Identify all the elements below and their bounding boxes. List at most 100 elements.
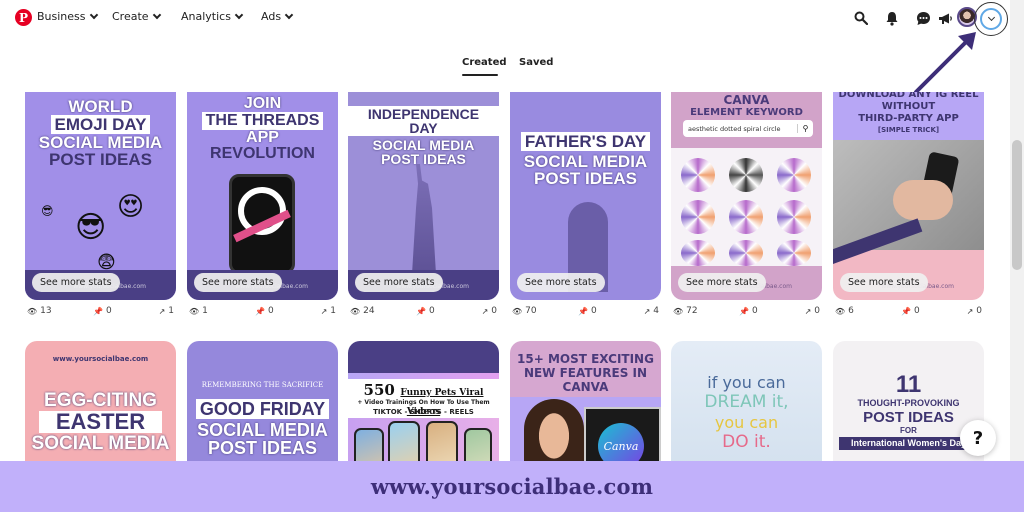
pin-title-line: DREAM it, bbox=[704, 392, 789, 413]
pin-title-line: POST IDEAS bbox=[863, 409, 954, 426]
nav-ads-label: Ads bbox=[261, 10, 282, 23]
pin-title-line: you can bbox=[714, 412, 779, 432]
pin-card[interactable]: JOIN THE THREADS APP REVOLUTION www.your… bbox=[187, 92, 338, 300]
phone-image bbox=[229, 174, 295, 274]
impressions-stat: 👁 70 bbox=[512, 306, 537, 316]
pin-title-line: POST IDEAS bbox=[534, 169, 637, 188]
pin-card[interactable]: 550 Funny Pets Viral Videos + Video Trai… bbox=[348, 341, 499, 481]
pin-title-line: SOCIAL MEDIA bbox=[372, 137, 475, 153]
see-more-stats-button[interactable]: See more stats bbox=[517, 273, 605, 292]
search-button[interactable] bbox=[851, 8, 871, 28]
eye-icon: 👁 bbox=[189, 306, 200, 316]
saves-stat: 📌 0 bbox=[93, 306, 112, 316]
eye-icon: 👁 bbox=[27, 306, 38, 316]
pin-title-line: [SIMPLE TRICK] bbox=[877, 126, 940, 134]
pin-title-line: SOCIAL MEDIA bbox=[38, 133, 163, 152]
chevron-down-icon bbox=[152, 10, 161, 19]
phone-in-hand-image bbox=[833, 140, 984, 266]
see-more-stats-button[interactable]: See more stats bbox=[840, 273, 928, 292]
active-tab-indicator bbox=[462, 74, 498, 76]
see-more-stats-button[interactable]: See more stats bbox=[678, 273, 766, 292]
nav-ads-menu[interactable]: Ads bbox=[261, 10, 294, 23]
saves-stat: 📌 0 bbox=[255, 306, 274, 316]
pin-title-line: + Video Trainings On How To Use Them bbox=[357, 399, 490, 406]
impressions-stat: 👁 24 bbox=[350, 306, 375, 316]
pin-stats: 👁 1 📌 0 ↗ 1 bbox=[187, 306, 338, 318]
pin-card[interactable]: if you can DREAM it, you can DO it. bbox=[671, 341, 822, 481]
see-more-stats-button[interactable]: See more stats bbox=[32, 273, 120, 292]
pin-title-line: EASTER bbox=[55, 409, 146, 434]
see-more-stats-button[interactable]: See more stats bbox=[355, 273, 443, 292]
outbound-clicks-stat: ↗ 1 bbox=[158, 306, 174, 316]
see-more-stats-button[interactable]: See more stats bbox=[194, 273, 282, 292]
notifications-button[interactable] bbox=[882, 8, 902, 28]
pin-title-line: CANVA bbox=[562, 380, 609, 394]
pin-title-line: DO it. bbox=[722, 431, 771, 452]
arrow-up-right-icon: ↗ bbox=[643, 306, 651, 316]
pin-card[interactable]: REMEMBERING THE SACRIFICE GOOD FRIDAY SO… bbox=[187, 341, 338, 481]
pin-title-line: POST IDEAS bbox=[381, 151, 466, 167]
tab-created[interactable]: Created bbox=[462, 57, 507, 68]
pin-card[interactable]: FATHER'S DAY SOCIAL MEDIA POST IDEAS See… bbox=[510, 92, 661, 300]
impressions-stat: 👁 1 bbox=[189, 306, 208, 316]
scrollbar-thumb[interactable] bbox=[1012, 140, 1022, 270]
saves-stat: 📌 0 bbox=[578, 306, 597, 316]
saves-stat: 📌 0 bbox=[901, 306, 920, 316]
arrow-up-right-icon: ↗ bbox=[966, 306, 974, 316]
pin-title-line: THIRD-PARTY APP bbox=[858, 113, 959, 124]
pin-title-line: CANVA bbox=[723, 93, 770, 107]
pin-title-line: WORLD bbox=[68, 97, 133, 116]
canva-search-text: aesthetic dotted spiral circle bbox=[688, 124, 781, 133]
chevron-down-icon bbox=[284, 10, 294, 19]
pin-card[interactable]: DOWNLOAD ANY IG REEL WITHOUT THIRD-PARTY… bbox=[833, 92, 984, 300]
impressions-stat: 👁 13 bbox=[27, 306, 52, 316]
profile-tabs: Created Saved bbox=[0, 56, 1010, 80]
pin-title-line: TIKTOK - SHORTS - REELS bbox=[373, 408, 474, 416]
pin-kicker-label: REMEMBERING THE SACRIFICE bbox=[201, 381, 324, 389]
pin-title-line: FATHER'S DAY bbox=[520, 132, 651, 151]
pin-icon: 📌 bbox=[416, 306, 426, 316]
pin-icon: 📌 bbox=[739, 306, 749, 316]
pin-title-line: THE THREADS bbox=[201, 112, 324, 130]
pin-card[interactable]: 11 THOUGHT-PROVOKING POST IDEAS FOR Inte… bbox=[833, 341, 984, 481]
nav-create-menu[interactable]: Create bbox=[112, 10, 161, 23]
saves-stat: 📌 0 bbox=[416, 306, 435, 316]
website-banner: www.yoursocialbae.com bbox=[0, 461, 1024, 512]
canva-search-box-image: aesthetic dotted spiral circle ⚲ bbox=[683, 120, 813, 137]
pin-title-line: THOUGHT-PROVOKING bbox=[857, 398, 960, 408]
arrow-up-right-icon: ↗ bbox=[804, 306, 812, 316]
pin-card[interactable]: www.yoursocialbae.com EGG-CITING EASTER … bbox=[25, 341, 176, 481]
pin-stats: 👁 70 📌 0 ↗ 4 bbox=[510, 306, 661, 318]
pin-card[interactable]: WORLD EMOJI DAY SOCIAL MEDIA POST IDEAS … bbox=[25, 92, 176, 300]
emoji-decoration-icon: 😎 bbox=[41, 204, 54, 218]
nav-business-menu[interactable]: Business bbox=[37, 10, 98, 23]
nav-analytics-menu[interactable]: Analytics bbox=[181, 10, 244, 23]
help-button[interactable]: ? bbox=[960, 420, 996, 456]
emoji-decoration-icon: 😍 bbox=[117, 192, 145, 222]
pin-title-line: APP bbox=[246, 129, 279, 146]
pin-card[interactable]: CANVA ELEMENT KEYWORD aesthetic dotted s… bbox=[671, 92, 822, 300]
impressions-stat: 👁 6 bbox=[835, 306, 854, 316]
statue-of-liberty-image bbox=[412, 164, 436, 274]
pin-title-line: EGG-CITING bbox=[44, 390, 157, 411]
pin-title-line: INDEPENDENCE DAY bbox=[348, 106, 499, 136]
pin-title-line: SOCIAL MEDIA bbox=[31, 433, 170, 454]
eye-icon: 👁 bbox=[673, 306, 684, 316]
pin-title-line: ELEMENT KEYWORD bbox=[690, 107, 803, 118]
nav-business-label: Business bbox=[37, 10, 86, 23]
eye-icon: 👁 bbox=[350, 306, 361, 316]
pin-title-line: JOIN bbox=[243, 95, 282, 112]
pin-title-line: SOCIAL MEDIA bbox=[197, 420, 328, 440]
pinterest-logo-icon[interactable]: P bbox=[15, 9, 32, 26]
pin-icon: 📌 bbox=[255, 306, 265, 316]
pin-title-line: DOWNLOAD ANY IG REEL bbox=[838, 92, 979, 100]
pin-title-line: if you can bbox=[707, 373, 786, 392]
pin-title-line: GOOD FRIDAY bbox=[195, 399, 330, 419]
tab-saved[interactable]: Saved bbox=[519, 57, 553, 68]
pin-card[interactable]: INDEPENDENCE DAY SOCIAL MEDIA POST IDEAS… bbox=[348, 92, 499, 300]
bell-icon bbox=[886, 11, 898, 26]
banner-url-text: www.yoursocialbae.com bbox=[370, 474, 654, 499]
outbound-clicks-stat: ↗ 1 bbox=[320, 306, 336, 316]
top-navigation: P Business Create Analytics Ads bbox=[0, 0, 1010, 36]
pin-card[interactable]: 15+ MOST EXCITING NEW FEATURES IN CANVA … bbox=[510, 341, 661, 481]
